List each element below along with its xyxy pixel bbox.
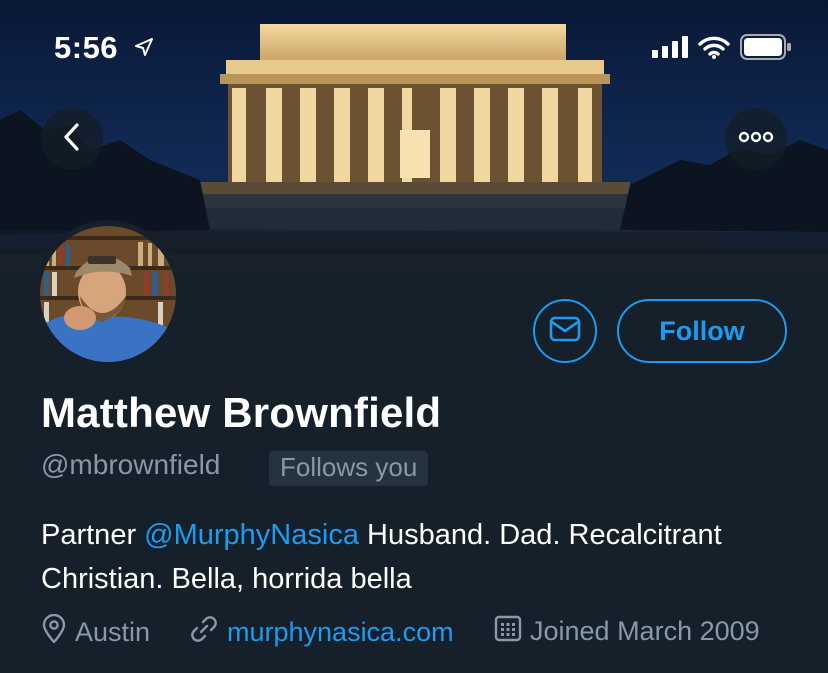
profile-meta: Austin murphynasica.com Joined March 200… [41,613,808,651]
status-time: 5:56 [54,30,119,65]
envelope-icon [549,316,581,347]
link-icon [189,614,219,651]
location-item: Austin [41,613,151,651]
bio-prefix: Partner [41,519,145,551]
user-handle: @mbrownfield [41,449,221,480]
website-link[interactable]: murphynasica.com [227,617,454,648]
battery-icon [740,34,792,65]
more-options-button[interactable] [725,108,787,170]
back-button[interactable] [41,108,103,170]
wifi-icon [698,35,730,64]
location-arrow-icon [134,37,154,62]
location-pin-icon [41,613,67,651]
message-button[interactable] [533,299,597,363]
display-name: Matthew Brownfield [41,389,442,436]
avatar[interactable] [34,220,182,368]
avatar-image [40,226,176,362]
bio-mention-link[interactable]: @MurphyNasica [144,519,359,551]
follows-you-badge: Follows you [269,451,429,486]
status-indicators [652,34,792,65]
location-text: Austin [75,617,151,647]
more-icon [738,130,774,148]
joined-text: Joined March 2009 [530,616,760,646]
joined-item: Joined March 2009 [494,614,760,649]
profile-bio: Partner @MurphyNasica Husband. Dad. Reca… [41,513,801,601]
website-item[interactable]: murphynasica.com [189,614,454,651]
calendar-icon [494,614,522,649]
follow-button[interactable]: Follow [617,299,787,363]
cellular-signal-icon [652,36,688,63]
chevron-left-icon [62,122,82,157]
